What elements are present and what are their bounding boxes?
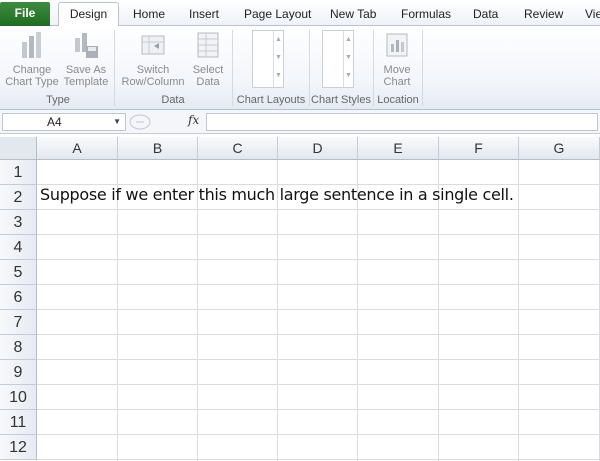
row-header-8[interactable]: 8 — [0, 335, 37, 360]
tab-insert[interactable]: Insert — [189, 5, 219, 23]
gridline-vertical — [197, 160, 198, 461]
name-box-value: A4 — [47, 115, 62, 129]
column-header-e[interactable]: E — [358, 137, 439, 160]
column-header-c[interactable]: C — [198, 137, 278, 160]
group-label-type: Type — [46, 94, 70, 106]
select-data-line2: Data — [196, 76, 220, 88]
row-header-5[interactable]: 5 — [0, 260, 37, 285]
row-header-4[interactable]: 4 — [0, 235, 37, 260]
select-data-line1: Select — [192, 64, 224, 76]
save-template-icon — [75, 33, 98, 58]
ribbon: Change Chart Type Save As Template Type … — [0, 26, 600, 110]
tab-design[interactable]: Design — [58, 2, 119, 27]
insert-function-icon[interactable]: fx — [188, 113, 199, 127]
row-header-3[interactable]: 3 — [0, 210, 37, 235]
save-as-template-button[interactable]: Save As Template — [60, 30, 112, 88]
move-chart-button[interactable]: Move Chart — [377, 30, 417, 88]
group-label-chart-styles: Chart Styles — [311, 94, 371, 106]
row-header-9[interactable]: 9 — [0, 360, 37, 385]
gridline-horizontal — [37, 409, 600, 410]
gallery-scroll[interactable]: ▲ ▼ ▼ — [343, 31, 353, 87]
formula-bar: A4 ▼ fx — [0, 110, 600, 134]
scroll-down-icon[interactable]: ▼ — [344, 49, 353, 67]
column-header-g[interactable]: G — [519, 137, 600, 160]
column-header-d[interactable]: D — [278, 137, 358, 160]
row-header-1[interactable]: 1 — [0, 160, 37, 185]
move-chart-icon — [386, 33, 408, 57]
ribbon-tab-bar: File Design Home Insert Page Layout New … — [0, 0, 600, 27]
gridline-horizontal — [37, 459, 600, 460]
row-header-10[interactable]: 10 — [0, 385, 37, 410]
tab-page-layout[interactable]: Page Layout — [244, 5, 311, 23]
switch-row-column-line2: Row/Column — [121, 76, 185, 88]
gridline-horizontal — [37, 359, 600, 360]
gridline-horizontal — [37, 209, 600, 210]
change-chart-type-button[interactable]: Change Chart Type — [4, 30, 60, 88]
tab-new-tab[interactable]: New Tab — [330, 5, 376, 23]
group-separator — [309, 30, 310, 106]
group-separator — [422, 30, 423, 106]
gridline-horizontal — [37, 334, 600, 335]
formula-input[interactable] — [206, 113, 598, 131]
column-header-f[interactable]: F — [439, 137, 519, 160]
excel-window: File Design Home Insert Page Layout New … — [0, 0, 600, 461]
scroll-up-icon[interactable]: ▲ — [344, 31, 353, 49]
gridline-vertical — [518, 160, 519, 461]
select-data-button[interactable]: Select Data — [189, 30, 227, 88]
move-chart-line1: Move — [383, 64, 411, 76]
select-data-icon — [197, 32, 219, 58]
switch-row-column-icon — [141, 35, 165, 55]
gridline-horizontal — [37, 309, 600, 310]
group-separator — [114, 30, 115, 106]
group-label-chart-layouts: Chart Layouts — [236, 94, 306, 106]
group-separator — [232, 30, 233, 106]
gridline-horizontal — [37, 259, 600, 260]
gridline-vertical — [277, 160, 278, 461]
gallery-scroll[interactable]: ▲ ▼ ▼ — [273, 31, 283, 87]
change-chart-type-line1: Change — [12, 64, 52, 76]
gridline-horizontal — [37, 384, 600, 385]
row-header-12[interactable]: 12 — [0, 435, 37, 460]
formula-buttons: fx — [128, 113, 204, 131]
save-as-template-line2: Template — [63, 76, 109, 88]
chart-layouts-gallery[interactable]: ▲ ▼ ▼ — [252, 30, 284, 88]
row-header-11[interactable]: 11 — [0, 410, 37, 435]
tab-view[interactable]: Vie — [585, 5, 600, 23]
gridline-vertical — [117, 160, 118, 461]
group-label-location: Location — [377, 94, 419, 106]
tab-home[interactable]: Home — [133, 5, 165, 23]
column-header-a[interactable]: A — [37, 137, 118, 160]
scroll-down-icon[interactable]: ▼ — [274, 49, 283, 67]
tab-file[interactable]: File — [0, 2, 50, 26]
formula-divider-icon — [129, 114, 151, 130]
gridline-horizontal — [37, 434, 600, 435]
tab-data[interactable]: Data — [473, 5, 498, 23]
tab-review[interactable]: Review — [524, 5, 563, 23]
switch-row-column-button[interactable]: Switch Row/Column — [118, 30, 188, 88]
more-icon[interactable]: ▼ — [274, 67, 283, 85]
chart-styles-gallery[interactable]: ▲ ▼ ▼ — [322, 30, 354, 88]
column-header-b[interactable]: B — [118, 137, 198, 160]
change-chart-type-line2: Chart Type — [5, 76, 59, 88]
switch-row-column-line1: Switch — [136, 64, 170, 76]
select-all-corner[interactable] — [0, 137, 37, 160]
row-header-6[interactable]: 6 — [0, 285, 37, 310]
gridline-vertical — [357, 160, 358, 461]
group-label-data: Data — [161, 94, 185, 106]
name-box[interactable]: A4 ▼ — [2, 113, 126, 131]
move-chart-line2: Chart — [383, 76, 411, 88]
scroll-up-icon[interactable]: ▲ — [274, 31, 283, 49]
chart-type-icon — [22, 32, 41, 58]
more-icon[interactable]: ▼ — [344, 67, 353, 85]
group-separator — [373, 30, 374, 106]
cell-a2[interactable]: Suppose if we enter this much large sent… — [40, 185, 514, 204]
chevron-down-icon[interactable]: ▼ — [113, 114, 121, 130]
gridline-horizontal — [37, 234, 600, 235]
row-header-7[interactable]: 7 — [0, 310, 37, 335]
row-header-2[interactable]: 2 — [0, 185, 37, 210]
save-as-template-line1: Save As — [65, 64, 107, 76]
gridline-vertical — [438, 160, 439, 461]
tab-formulas[interactable]: Formulas — [401, 5, 451, 23]
gridline-horizontal — [37, 284, 600, 285]
